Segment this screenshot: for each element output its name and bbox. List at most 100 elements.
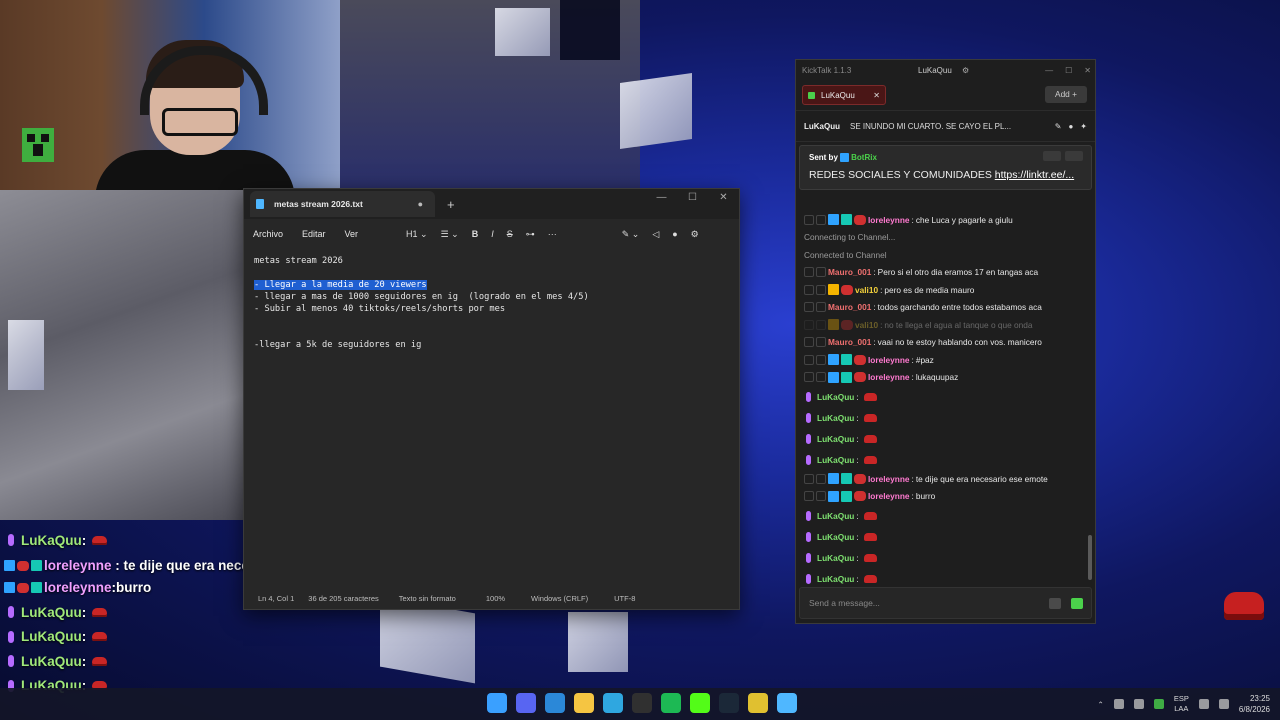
account-icon[interactable]: ●	[672, 229, 677, 239]
copilot-icon[interactable]: ✎ ⌄	[622, 229, 640, 240]
chat-username[interactable]: LuKaQuu	[817, 532, 854, 542]
chat-message[interactable]: Mauro_001: vaai no te estoy hablando con…	[796, 334, 1083, 352]
chat-username[interactable]: vali10	[855, 285, 878, 295]
chat-message[interactable]: LuKaQuu:	[796, 386, 1083, 407]
chat-username[interactable]: loreleynne	[868, 355, 910, 365]
mod-action-icon[interactable]	[804, 337, 814, 348]
user-icon[interactable]: ●	[1068, 122, 1073, 131]
mod-action-icon[interactable]	[816, 491, 826, 502]
chat-message[interactable]: Connected to Channel	[796, 246, 1083, 264]
heading-dropdown[interactable]: H1 ⌄	[406, 229, 428, 240]
chat-username[interactable]: vali10	[855, 320, 878, 330]
chat-message[interactable]: LuKaQuu:	[796, 568, 1083, 589]
onedrive-icon[interactable]	[1113, 699, 1124, 709]
mod-action-icon[interactable]	[804, 473, 814, 484]
chat-username[interactable]: loreleynne	[868, 491, 910, 501]
add-channel-button[interactable]: Add +	[1045, 86, 1087, 103]
mod-action-icon[interactable]	[816, 302, 826, 313]
chat-message[interactable]: LuKaQuu:	[796, 547, 1083, 568]
mic-icon[interactable]	[1153, 699, 1164, 709]
mod-action-icon[interactable]	[816, 372, 826, 383]
menu-ver[interactable]: Ver	[345, 229, 359, 239]
mod-action-icon[interactable]	[816, 473, 826, 484]
edge-icon[interactable]	[603, 693, 623, 713]
network-icon[interactable]	[1198, 699, 1209, 709]
channel-tab-lukaquu[interactable]: LuKaQuu ✕	[802, 85, 886, 105]
menu-archivo[interactable]: Archivo	[253, 229, 283, 239]
chat-message[interactable]: vali10: no te llega el agua al tanque o …	[796, 316, 1083, 334]
mod-action-icon[interactable]	[804, 491, 814, 502]
link-icon[interactable]: ⊶	[526, 229, 535, 240]
clock[interactable]: 23:25 6/8/2026	[1239, 693, 1270, 715]
mod-action-icon[interactable]	[804, 214, 814, 225]
chat-message[interactable]: Mauro_001: Pero si el otro dia eramos 17…	[796, 264, 1083, 282]
minecraft-launcher-icon[interactable]	[748, 693, 768, 713]
mod-action-icon[interactable]	[816, 337, 826, 348]
chat-username[interactable]: LuKaQuu	[817, 434, 854, 444]
unpin-button[interactable]	[1065, 151, 1083, 161]
current-user[interactable]: LuKaQuu	[918, 66, 952, 75]
steam-icon[interactable]	[719, 693, 739, 713]
announce-icon[interactable]: ◁	[652, 229, 659, 240]
chat-message[interactable]: loreleynne: lukaquupaz	[796, 369, 1083, 387]
expand-pin-button[interactable]	[1043, 151, 1061, 161]
chat-username[interactable]: LuKaQuu	[817, 553, 854, 563]
chat-message[interactable]: Mauro_001: todos garchando entre todos e…	[796, 299, 1083, 317]
chat-message[interactable]: LuKaQuu:	[796, 449, 1083, 470]
notepad-tab[interactable]: metas stream 2026.txt ●	[250, 191, 435, 217]
maximize-button[interactable]: ☐	[1065, 66, 1072, 75]
maximize-button[interactable]: ☐	[677, 189, 708, 207]
chat-message[interactable]: LuKaQuu:	[796, 526, 1083, 547]
emote-picker-icon[interactable]	[1049, 597, 1061, 609]
chat-message[interactable]: Connecting to Channel...	[796, 229, 1083, 247]
chevron-up-icon[interactable]: ⌃	[1098, 700, 1104, 709]
chat-scrollbar[interactable]	[1088, 535, 1092, 580]
kick-emote-icon[interactable]	[1071, 597, 1083, 609]
new-tab-button[interactable]: +	[447, 197, 455, 212]
chat-username[interactable]: Mauro_001	[828, 337, 871, 347]
chat-username[interactable]: loreleynne	[868, 474, 910, 484]
mod-action-icon[interactable]	[804, 284, 814, 295]
chat-message[interactable]: loreleynne: che Luca y pagarle a giulu	[796, 211, 1083, 229]
pin-icon[interactable]: ✦	[1080, 122, 1087, 131]
notepad-icon[interactable]	[777, 693, 797, 713]
list-icon[interactable]: ☰ ⌄	[441, 229, 459, 240]
chat-username[interactable]: LuKaQuu	[817, 455, 854, 465]
volume-icon[interactable]	[1218, 699, 1229, 709]
mod-action-icon[interactable]	[804, 354, 814, 365]
windows-start-icon[interactable]	[487, 693, 507, 713]
bold-icon[interactable]: B	[472, 229, 479, 239]
chat-username[interactable]: LuKaQuu	[817, 392, 854, 402]
menu-editar[interactable]: Editar	[302, 229, 326, 239]
chat-username[interactable]: LuKaQuu	[817, 574, 854, 584]
mod-action-icon[interactable]	[804, 267, 814, 278]
store-icon[interactable]	[545, 693, 565, 713]
chat-username[interactable]: Mauro_001	[828, 302, 871, 312]
chat-username[interactable]: loreleynne	[868, 372, 910, 382]
mod-action-icon[interactable]	[816, 214, 826, 225]
chat-username[interactable]: LuKaQuu	[817, 413, 854, 423]
minimize-button[interactable]: —	[646, 189, 677, 207]
chat-message[interactable]: loreleynne: te dije que era necesario es…	[796, 470, 1083, 488]
minimize-button[interactable]: —	[1045, 66, 1053, 75]
chat-message[interactable]: vali10: pero es de media mauro	[796, 281, 1083, 299]
chat-username[interactable]: loreleynne	[868, 215, 910, 225]
file-explorer-icon[interactable]	[574, 693, 594, 713]
chat-username[interactable]: LuKaQuu	[817, 511, 854, 521]
chat-message[interactable]: LuKaQuu:	[796, 505, 1083, 526]
mod-action-icon[interactable]	[804, 319, 814, 330]
mod-action-icon[interactable]	[816, 354, 826, 365]
settings-gear-icon[interactable]: ⚙	[691, 229, 699, 240]
chat-message[interactable]: loreleynne: burro	[796, 488, 1083, 506]
close-button[interactable]: ✕	[708, 189, 739, 207]
chat-message[interactable]: LuKaQuu:	[796, 407, 1083, 428]
mod-action-icon[interactable]	[804, 302, 814, 313]
audio-icon[interactable]	[1133, 699, 1144, 709]
chat-input[interactable]: Send a message...	[799, 587, 1092, 619]
mod-action-icon[interactable]	[816, 267, 826, 278]
mod-action-icon[interactable]	[804, 372, 814, 383]
chat-message[interactable]: LuKaQuu:	[796, 428, 1083, 449]
discord-icon[interactable]	[516, 693, 536, 713]
mod-action-icon[interactable]	[816, 284, 826, 295]
mod-action-icon[interactable]	[816, 319, 826, 330]
